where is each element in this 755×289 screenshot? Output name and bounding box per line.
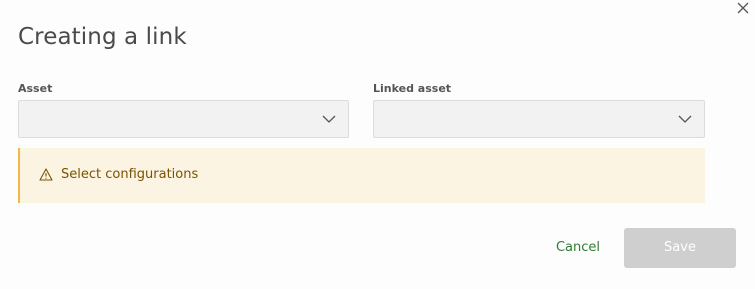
linked-asset-label: Linked asset [373,82,452,95]
dialog-title: Creating a link [18,24,187,50]
create-link-dialog: Creating a link Asset Linked asset Selec… [0,0,755,289]
close-button[interactable] [735,0,751,16]
asset-label: Asset [18,82,53,95]
chevron-down-icon [322,115,336,123]
warning-text: Select configurations [61,167,199,182]
asset-select[interactable] [18,100,349,138]
close-icon [737,2,749,14]
warning-banner: Select configurations [18,148,705,203]
warning-icon [39,168,53,181]
save-button[interactable]: Save [624,228,736,268]
linked-asset-select[interactable] [373,100,705,138]
chevron-down-icon [678,115,692,123]
cancel-button[interactable]: Cancel [548,228,608,268]
